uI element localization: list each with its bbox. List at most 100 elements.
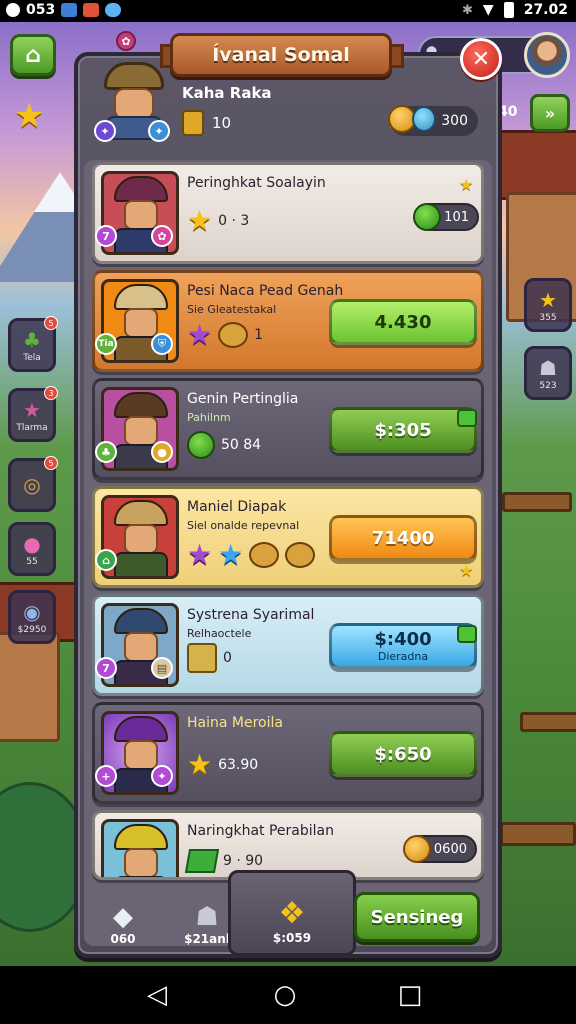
item-stats: 0 — [187, 643, 232, 673]
shield-icon: ◎ — [23, 473, 41, 497]
price-value: $:400 — [374, 629, 432, 650]
side-right-item-2[interactable]: ☗ 523 — [524, 346, 572, 400]
hero-stat-value: 10 — [212, 114, 232, 132]
price-pill[interactable]: 101 — [413, 203, 479, 231]
notification-dot: 5 — [44, 456, 58, 470]
tab-3-active[interactable]: ❖ $:059 — [228, 870, 356, 956]
price-subtitle: Dieradna — [377, 650, 429, 663]
item-stats: 50 84 — [187, 431, 261, 459]
fence — [502, 492, 572, 512]
fence — [520, 712, 576, 732]
shop-item[interactable]: ⌂ Maniel Diapak Siel onalde repevnal ★ ★… — [92, 486, 484, 588]
status-bar: 053 ✱ ▼ 27.02 — [0, 0, 576, 22]
double-chevron-right-icon: » — [544, 103, 556, 123]
flower-badge-icon: ✿ — [151, 225, 173, 247]
shop-item[interactable]: + ✦ Haina Meroila ★ 63.90 $:650 — [92, 702, 484, 804]
tag-icon — [457, 409, 477, 427]
scroll-badge-icon: ▤ — [151, 657, 173, 679]
item-stats: ★ 0 · 3 — [187, 207, 249, 235]
item-name: Peringhkat Soalayin — [187, 175, 326, 191]
item-name: Genin Pertinglia — [187, 391, 299, 407]
battery-icon — [503, 2, 514, 18]
tab-label: $21anl — [184, 932, 230, 946]
hat-graphic — [114, 608, 168, 634]
price-pill[interactable]: 0600 — [403, 835, 477, 863]
purple-star-icon: ★ — [187, 318, 213, 351]
item-stats: ★ 63.90 — [187, 751, 258, 779]
side-item-1[interactable]: ♣ Tela 5 — [8, 316, 58, 372]
plus-badge-icon: + — [95, 765, 117, 787]
close-button[interactable]: ✕ — [460, 38, 502, 80]
notification-dot: 3 — [44, 386, 58, 400]
shop-item[interactable]: 7 ✿ Peringhkat Soalayin ★ 0 · 3 101 ★ — [92, 162, 484, 264]
hero-coins: 300 — [388, 105, 478, 136]
side-item-5[interactable]: ◉ $2950 — [8, 590, 56, 644]
system-nav-bar: ◁ ○ □ — [0, 966, 576, 1024]
hat-graphic — [104, 62, 164, 90]
avatar[interactable] — [524, 32, 570, 78]
hero-name: Kaha Raka — [182, 84, 272, 102]
house — [0, 632, 60, 742]
side-right-label: 523 — [539, 380, 557, 391]
hat-graphic — [114, 176, 168, 202]
robot-icon: ☗ — [195, 902, 219, 932]
recents-icon[interactable]: □ — [395, 980, 425, 1010]
buy-button[interactable]: $:650 — [329, 731, 477, 777]
item-stats: ★ 1 — [187, 321, 263, 349]
crate-icon — [187, 643, 217, 673]
item-stats: ★ ★ — [187, 538, 316, 571]
hat-graphic — [114, 284, 168, 310]
side-right-label: 355 — [539, 312, 557, 323]
cloud-icon — [105, 3, 122, 17]
side-item-4[interactable]: ● 55 — [8, 522, 56, 576]
app-icon — [6, 3, 20, 17]
hero-badge-left: ✦ — [94, 120, 116, 142]
tab-label: $:059 — [272, 931, 312, 945]
tag-icon — [457, 625, 477, 643]
home-icon[interactable]: ○ — [270, 980, 300, 1010]
face-graphic — [124, 416, 158, 446]
buy-button[interactable]: 71400 — [329, 515, 477, 561]
buy-button[interactable]: $:400 Dieradna — [329, 623, 477, 669]
back-icon[interactable]: ◁ — [142, 980, 172, 1010]
notification-dot: 5 — [44, 316, 58, 330]
bush-badge-icon: ♣ — [95, 441, 117, 463]
shop-item[interactable]: Tia ⛨ Pesi Naca Pead Genah Sie Gleatesta… — [92, 270, 484, 372]
purple-star-icon: ★ — [187, 538, 213, 571]
corner-star-icon: ★ — [459, 561, 474, 580]
coin-icon — [403, 835, 431, 863]
level-badge: Tia — [95, 333, 117, 355]
hat-graphic — [114, 824, 168, 850]
hat-graphic — [114, 716, 168, 742]
side-item-2[interactable]: ★ Tlarma 3 — [8, 386, 58, 442]
item-name: Pesi Naca Pead Genah — [187, 283, 344, 299]
bluetooth-icon: ✱ — [462, 2, 473, 18]
side-right-item-1[interactable]: ★ 355 — [524, 278, 572, 332]
coin-badge-icon: ● — [151, 441, 173, 463]
next-button[interactable]: » — [530, 94, 570, 132]
face-graphic — [124, 740, 158, 770]
buy-button[interactable]: 4.430 — [329, 299, 477, 345]
star-icon: ★ — [187, 748, 213, 781]
shop-item[interactable]: 7 ▤ Systrena Syarimal Relhaoctele 0 $:40… — [92, 594, 484, 696]
ribbon-icon[interactable]: ✿ — [116, 31, 136, 51]
item-stats-value: 0 — [223, 650, 232, 666]
diamond-icon: ◆ — [113, 902, 133, 932]
star-icon: ★ — [23, 397, 41, 422]
tab-1[interactable]: ◆ 060 — [90, 882, 156, 952]
star-icon: ★ — [187, 204, 213, 237]
side-item-label: Tela — [23, 352, 41, 363]
price-value: 101 — [444, 209, 469, 225]
buy-button[interactable]: $:305 — [329, 407, 477, 453]
home-button[interactable]: ⌂ — [10, 34, 56, 76]
shop-item[interactable]: ♣ ● Genin Pertinglia Pahilnm 50 84 $:305 — [92, 378, 484, 480]
face-graphic — [124, 308, 158, 338]
face-graphic — [124, 200, 158, 230]
action-button[interactable]: Sensineg — [354, 892, 480, 942]
side-item-3[interactable]: ◎ 5 — [8, 456, 58, 512]
corner-star-icon: ★ — [459, 175, 474, 194]
gold-token-icon — [182, 110, 204, 136]
item-name: Maniel Diapak — [187, 499, 287, 515]
favorite-star-icon[interactable]: ★ — [14, 96, 44, 136]
hat-graphic — [114, 500, 168, 526]
